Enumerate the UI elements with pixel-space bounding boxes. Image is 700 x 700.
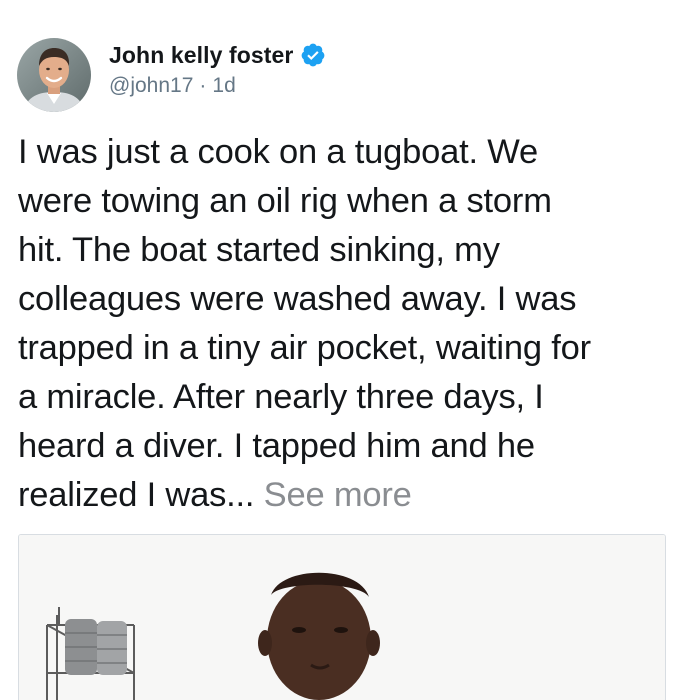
- tweet-text: I was just a cook on a tugboat. We were …: [18, 128, 686, 520]
- tweet-text-line: hit. The boat started sinking, my: [18, 231, 500, 269]
- see-more-link[interactable]: See more: [264, 476, 412, 514]
- tweet-text-line: heard a diver. I tapped him and he: [18, 422, 686, 471]
- verified-badge-icon: [300, 42, 326, 68]
- tweet-text-truncated: realized I was...: [18, 476, 264, 514]
- tweet-card: John kelly foster @john17 · 1d I was jus…: [0, 0, 700, 700]
- tweet-text-line: realized I was... See more: [18, 471, 686, 520]
- tweet-text-line: trapped in a tiny air pocket, waiting fo…: [18, 329, 591, 367]
- tweet-media-image[interactable]: [18, 534, 666, 700]
- meta-separator: ·: [199, 74, 207, 97]
- tweet-text-line-end: heard a diver. I tapped him and he: [18, 427, 535, 465]
- media-photo: [19, 535, 665, 700]
- author-meta: @john17 · 1d: [109, 74, 326, 98]
- tweet-text-line: I was just a cook on a tugboat. We: [18, 133, 538, 171]
- tweet-text-line: colleagues were washed away. I was: [18, 280, 577, 318]
- avatar-photo: [17, 38, 91, 112]
- author-handle[interactable]: @john17: [109, 74, 193, 98]
- avatar[interactable]: [17, 38, 91, 112]
- tweet-text-line: were towing an oil rig when a storm: [18, 182, 552, 220]
- tweet-text-line: a miracle. After nearly three days, I: [18, 378, 544, 416]
- tweet-header: John kelly foster @john17 · 1d: [17, 38, 326, 112]
- name-row: John kelly foster: [109, 40, 326, 70]
- author-names: John kelly foster @john17 · 1d: [109, 40, 326, 98]
- author-display-name[interactable]: John kelly foster: [109, 42, 293, 69]
- tweet-timestamp[interactable]: 1d: [212, 74, 235, 98]
